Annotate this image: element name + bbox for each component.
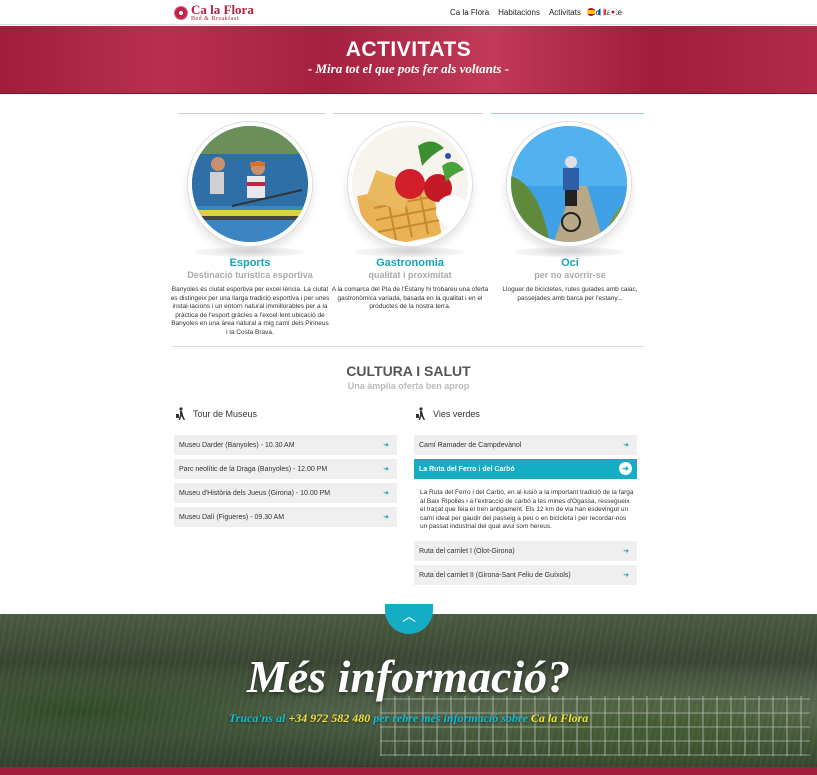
top-navbar: Ca la Flora Bed & Breakfast Ca la Flora … [0, 0, 817, 25]
hiker-icon [176, 407, 185, 420]
activity-oci: Oci per no avorrir-se Lloguer de bicicle… [490, 257, 650, 303]
esports-image [188, 122, 312, 246]
image-shadow [355, 247, 465, 257]
fr-flag-icon[interactable] [598, 8, 606, 16]
museums-heading-label: Tour de Museus [193, 409, 258, 419]
museum-item-label: Parc neolític de la Draga (Banyoles) - 1… [179, 465, 328, 473]
activity-description: Banyoles és ciutat esportiva per excel·l… [170, 286, 330, 336]
image-shadow [514, 247, 624, 257]
museum-item-label: Museu d'Història dels Jueus (Girona) - 1… [179, 489, 331, 497]
footer-bottom-bar [0, 767, 817, 775]
hiker-icon [416, 407, 425, 420]
chevron-up-icon: ︿ [402, 608, 416, 624]
nav-item-activitats[interactable]: Activitats [549, 8, 581, 17]
greenway-item-label: La Ruta del Ferro i del Carbó [419, 465, 515, 473]
divider [172, 346, 644, 347]
activity-esports: Esports Destinació turística esportiva B… [170, 257, 330, 337]
arrow-right-circle-icon: ➜ [619, 462, 632, 475]
museums-heading: Tour de Museus [174, 407, 257, 421]
phone-number[interactable]: +34 972 582 480 [288, 711, 370, 725]
greenway-item[interactable]: Ruta del carrilet II (Girona-Sant Feliu … [414, 565, 637, 585]
language-switcher [587, 8, 617, 16]
greenway-item-active[interactable]: La Ruta del Ferro i del Carbó ➜ [414, 459, 637, 479]
greenway-item[interactable]: Camí Ramader de Campdevànol ➜ [414, 435, 637, 455]
arrow-right-icon: ➜ [623, 442, 629, 449]
divider [333, 113, 483, 114]
nav-item-ca-la-flora[interactable]: Ca la Flora [450, 8, 489, 17]
rowing-photo-icon [192, 126, 308, 242]
en-flag-icon[interactable] [609, 8, 617, 16]
activity-title[interactable]: Esports [170, 257, 330, 269]
activity-title[interactable]: Gastronomia [330, 257, 490, 269]
footer-fence [380, 696, 810, 756]
activity-subtitle: qualitat i proximitat [368, 270, 452, 280]
activity-subtitle: per no avorrir-se [534, 270, 606, 280]
museum-item-label: Museu Darder (Banyoles) - 10.30 AM [179, 441, 295, 449]
section-title: CULTURA I SALUT [346, 363, 471, 379]
nav-item-habitacions[interactable]: Habitacions [498, 8, 540, 17]
page-title: ACTIVITATS [345, 38, 472, 61]
museum-item[interactable]: Parc neolític de la Draga (Banyoles) - 1… [174, 459, 397, 479]
more-info-line: Truca'ns al +34 972 582 480 per rebre mé… [0, 711, 817, 726]
more-info-middle: per rebre més informació sobre [370, 711, 531, 725]
activity-subtitle: Destinació turística esportiva [187, 270, 313, 280]
arrow-right-icon: ➜ [623, 572, 629, 579]
flower-logo-icon [174, 5, 188, 20]
brand-name: Ca la Flora [530, 711, 589, 725]
more-info-prefix: Truca'ns al [228, 711, 289, 725]
arrow-right-icon: ➜ [383, 442, 389, 449]
greenway-description: La Ruta del Ferro i del Carbó, en al·lus… [420, 489, 634, 530]
activity-gastronomia: Gastronomia qualitat i proximitat A la c… [330, 257, 490, 312]
greenways-heading-label: Vies verdes [433, 409, 480, 419]
more-info-title: Més informació? [246, 651, 571, 702]
gastronomia-image [348, 122, 472, 246]
greenway-item[interactable]: Ruta del carrilet I (Olot-Girona) ➜ [414, 541, 637, 561]
museum-item[interactable]: Museu Darder (Banyoles) - 10.30 AM ➜ [174, 435, 397, 455]
arrow-right-icon: ➜ [383, 490, 389, 497]
activity-description: A la comarca del Pla de l'Estany hi trob… [331, 286, 489, 310]
greenways-heading: Vies verdes [414, 407, 480, 421]
es-flag-icon[interactable] [587, 8, 595, 16]
greenway-item-label: Ruta del carrilet I (Olot-Girona) [419, 547, 515, 555]
oci-image [507, 122, 631, 246]
cycling-photo-icon [511, 126, 627, 242]
waffle-photo-icon [352, 126, 468, 242]
museum-item[interactable]: Museu d'Història dels Jueus (Girona) - 1… [174, 483, 397, 503]
hero-banner: ACTIVITATS - Mira tot el que pots fer al… [0, 26, 817, 94]
museum-item[interactable]: Museu Dalí (Figueres) - 09.30 AM ➜ [174, 507, 397, 527]
activity-title[interactable]: Oci [490, 257, 650, 269]
page-subtitle: - Mira tot el que pots fer als voltants … [307, 61, 510, 76]
arrow-right-icon: ➜ [383, 466, 389, 473]
divider [491, 113, 644, 114]
divider [178, 113, 325, 114]
arrow-right-icon: ➜ [383, 514, 389, 521]
museum-item-label: Museu Dalí (Figueres) - 09.30 AM [179, 513, 285, 521]
section-subtitle: Una àmplia oferta ben aprop [347, 381, 470, 391]
greenway-item-label: Ruta del carrilet II (Girona-Sant Feliu … [419, 571, 571, 579]
image-shadow [195, 247, 305, 257]
arrow-right-icon: ➜ [623, 548, 629, 555]
logo-title: Ca la Flora [191, 2, 254, 17]
greenway-item-label: Camí Ramader de Campdevànol [419, 441, 522, 449]
activity-description: Lloguer de bicicletes, rutes guiades amb… [502, 286, 638, 302]
logo[interactable]: Ca la Flora Bed & Breakfast [174, 3, 254, 22]
